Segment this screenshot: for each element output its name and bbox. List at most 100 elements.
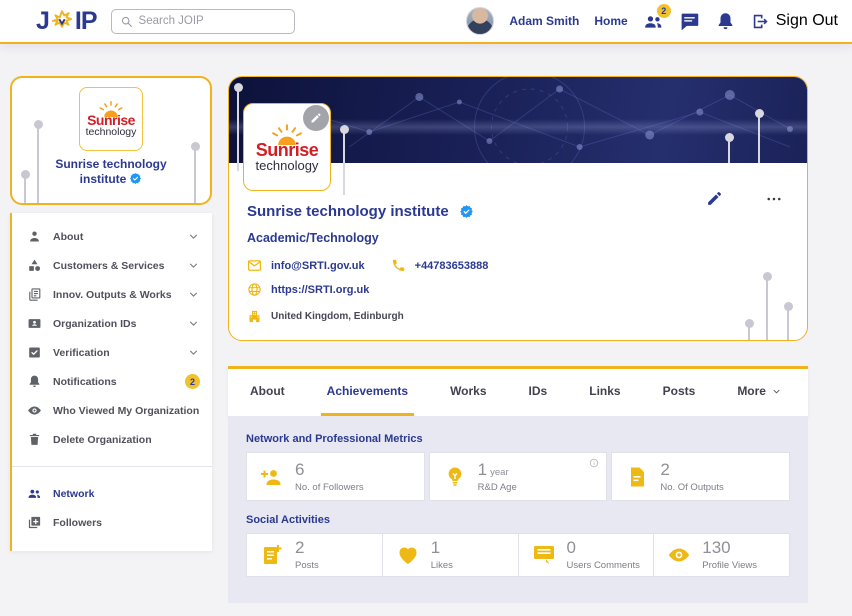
tab-about[interactable]: About — [244, 369, 291, 416]
sidebar-item-verification[interactable]: Verification — [12, 338, 212, 367]
chevron-down-icon — [187, 317, 200, 330]
org-website[interactable]: https://SRTI.org.uk — [247, 282, 369, 297]
metrics-panel: Network and Professional Metrics 6 No. of… — [228, 416, 808, 603]
sign-out-icon — [751, 12, 770, 31]
tab-works[interactable]: Works — [444, 369, 492, 416]
edit-profile-icon[interactable] — [706, 190, 723, 207]
sidebar-item-about[interactable]: About — [12, 222, 212, 251]
decorative-pin — [724, 133, 734, 163]
post-add-icon — [260, 543, 284, 567]
org-logo-box: Sunrise technology — [243, 103, 331, 191]
info-icon[interactable] — [589, 458, 599, 468]
brand-line1: Sunrise — [255, 139, 319, 160]
metric-label: Profile Views — [702, 560, 757, 571]
metric-unit: year — [490, 466, 509, 478]
tab-posts[interactable]: Posts — [657, 369, 702, 416]
network-requests-button[interactable]: 2 — [643, 3, 671, 32]
tab-ids[interactable]: IDs — [523, 369, 554, 416]
sidebar-item-network[interactable]: Network — [12, 479, 212, 508]
stack-doc-icon — [27, 287, 42, 302]
metric-value: 0 — [566, 538, 576, 557]
app-logo[interactable]: J IP — [36, 6, 98, 36]
more-options-icon[interactable] — [765, 190, 783, 208]
decorative-pin — [233, 83, 243, 171]
metric-label: Likes — [430, 560, 453, 571]
page-content: Sunrise technology Sunrise technology in… — [0, 44, 852, 603]
search-icon — [120, 15, 133, 28]
group-icon — [27, 486, 42, 501]
sidebar-item-organization-ids[interactable]: Organization IDs — [12, 309, 212, 338]
decorative-pin — [754, 109, 764, 163]
logo-text-right: IP — [74, 6, 98, 35]
org-logo-thumbnail: Sunrise technology — [79, 87, 143, 151]
main-column: Sunrise technology Sunrise technology in… — [228, 76, 808, 603]
org-profile-card: Sunrise technology Sunrise technology in… — [228, 76, 808, 341]
metric-card-likes: 1 Likes — [382, 533, 519, 577]
file-doc-icon — [625, 465, 649, 489]
metric-value: 130 — [702, 538, 731, 557]
bell-icon — [27, 374, 42, 389]
chevron-down-icon — [187, 346, 200, 359]
user-avatar[interactable] — [466, 7, 495, 35]
decorative-pin — [20, 170, 30, 203]
sidebar-item-followers[interactable]: Followers — [12, 508, 212, 537]
metric-label: R&D Age — [477, 481, 517, 493]
sign-out-button[interactable]: Sign Out — [751, 12, 838, 31]
header-right: Adam Smith Home 2 Sign Out — [466, 3, 838, 35]
notifications-button[interactable] — [715, 11, 736, 32]
metric-label: No. of Followers — [295, 481, 364, 493]
home-link[interactable]: Home — [594, 14, 627, 28]
bulb-icon — [443, 465, 467, 489]
sidebar-item-label: Innov. Outputs & Works — [53, 288, 172, 301]
heart-icon — [396, 543, 420, 567]
messages-button[interactable] — [679, 11, 700, 32]
logo-text-left: J — [36, 6, 50, 35]
tab-label: Achievements — [326, 384, 409, 398]
edit-logo-button[interactable] — [303, 105, 329, 131]
sidebar-item-innov-outputs-works[interactable]: Innov. Outputs & Works — [12, 280, 212, 309]
sidebar-item-delete-organization[interactable]: Delete Organization — [12, 425, 212, 454]
decorative-pin — [190, 142, 200, 203]
metric-label: Posts — [295, 560, 319, 571]
org-mini-card[interactable]: Sunrise technology Sunrise technology in… — [10, 76, 212, 205]
org-location: United Kingdom, Edinburgh — [247, 309, 404, 324]
sidebar-item-label: Verification — [53, 346, 110, 359]
tab-achievements[interactable]: Achievements — [320, 369, 415, 416]
social-activities-title: Social Activities — [246, 514, 330, 526]
person-add-icon — [260, 465, 284, 489]
sidebar-item-who-viewed-my-organization[interactable]: Who Viewed My Organization — [12, 396, 212, 425]
org-email[interactable]: info@SRTI.gov.uk — [247, 258, 365, 273]
sidebar-item-label: Delete Organization — [53, 433, 152, 446]
phone-icon — [391, 258, 406, 273]
brand-line1: Sunrise — [87, 112, 135, 129]
professional-metrics-row: 6 No. of Followers 1 year R&D Age 2 No. Of Out… — [246, 452, 791, 501]
tab-links[interactable]: Links — [583, 369, 626, 416]
tab-label: Works — [450, 384, 487, 398]
metric-card-no-of-followers: 6 No. of Followers — [246, 452, 425, 501]
metric-card-no-of-outputs: 2 No. Of Outputs — [611, 452, 791, 501]
org-actions — [706, 190, 783, 208]
search-input[interactable] — [138, 15, 286, 27]
chevron-down-icon — [187, 288, 200, 301]
chevron-down-icon — [771, 386, 782, 397]
metric-label: No. Of Outputs — [660, 481, 724, 493]
tab-label: Posts — [662, 384, 696, 398]
comment-icon — [532, 543, 556, 567]
search-box — [110, 8, 295, 34]
sidebar-item-label: Followers — [53, 516, 103, 529]
sidebar-item-notifications[interactable]: Notifications 2 — [12, 367, 212, 396]
org-logo: Sunrise technology — [256, 123, 319, 172]
decorative-pin — [339, 125, 349, 195]
metric-card-posts: 2 Posts — [246, 533, 383, 577]
sidebar-item-customers-services[interactable]: Customers & Services — [12, 251, 212, 280]
verified-icon — [129, 172, 142, 185]
chevron-down-icon — [187, 259, 200, 272]
bell-icon — [715, 11, 736, 32]
tab-label: IDs — [528, 384, 548, 398]
joip-star-icon — [50, 9, 74, 33]
org-category: Academic/Technology — [247, 231, 379, 245]
chevron-down-icon — [187, 230, 200, 243]
eye-icon — [27, 403, 42, 418]
tab-more[interactable]: More — [731, 369, 788, 416]
user-name[interactable]: Adam Smith — [509, 14, 579, 28]
